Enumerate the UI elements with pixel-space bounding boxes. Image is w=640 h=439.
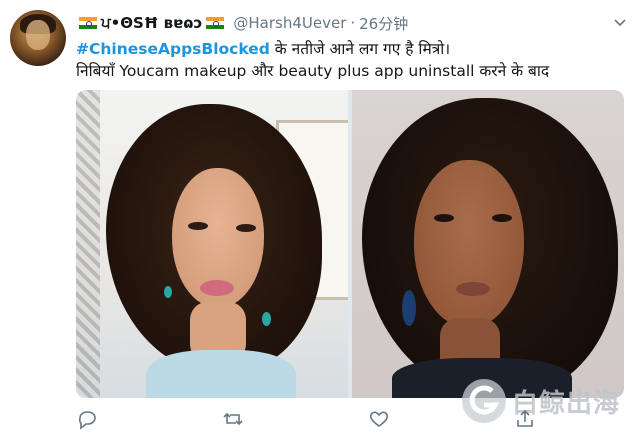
user-handle[interactable]: @Harsh4Uever xyxy=(233,14,346,32)
media-photo-left[interactable] xyxy=(76,90,348,398)
chevron-down-icon[interactable] xyxy=(612,14,628,30)
india-flag-icon xyxy=(79,17,97,29)
avatar[interactable] xyxy=(10,10,66,66)
timestamp[interactable]: 26分钟 xyxy=(359,13,408,34)
hashtag-link[interactable]: #ChineseAppsBlocked xyxy=(76,40,270,58)
like-icon[interactable] xyxy=(368,408,390,430)
tweet-card: ਪ•ΘSĦ ʙɐɷɔ @Harsh4Uever · 26分钟 #ChineseA… xyxy=(0,0,640,439)
share-icon[interactable] xyxy=(514,408,536,430)
separator-dot: · xyxy=(350,14,356,32)
reply-icon[interactable] xyxy=(76,408,98,430)
tweet-text: #ChineseAppsBlocked के नतीजे आने लग गए ह… xyxy=(76,38,626,82)
tweet-line-1-text: के नतीजे आने लग गए है मित्रो। xyxy=(269,40,451,58)
tweet-media[interactable] xyxy=(76,90,624,398)
media-photo-right[interactable] xyxy=(352,90,624,398)
india-flag-icon xyxy=(206,17,225,29)
retweet-icon[interactable] xyxy=(222,408,244,430)
tweet-line-2: निबियाँ Youcam makeup और beauty plus app… xyxy=(76,62,550,80)
tweet-line-1: #ChineseAppsBlocked के नतीजे आने लग गए ह… xyxy=(76,38,626,60)
tweet-header: ਪ•ΘSĦ ʙɐɷɔ @Harsh4Uever · 26分钟 xyxy=(76,12,408,34)
display-name[interactable]: ਪ•ΘSĦ ʙɐɷɔ xyxy=(101,14,202,32)
tweet-actions xyxy=(76,404,616,434)
